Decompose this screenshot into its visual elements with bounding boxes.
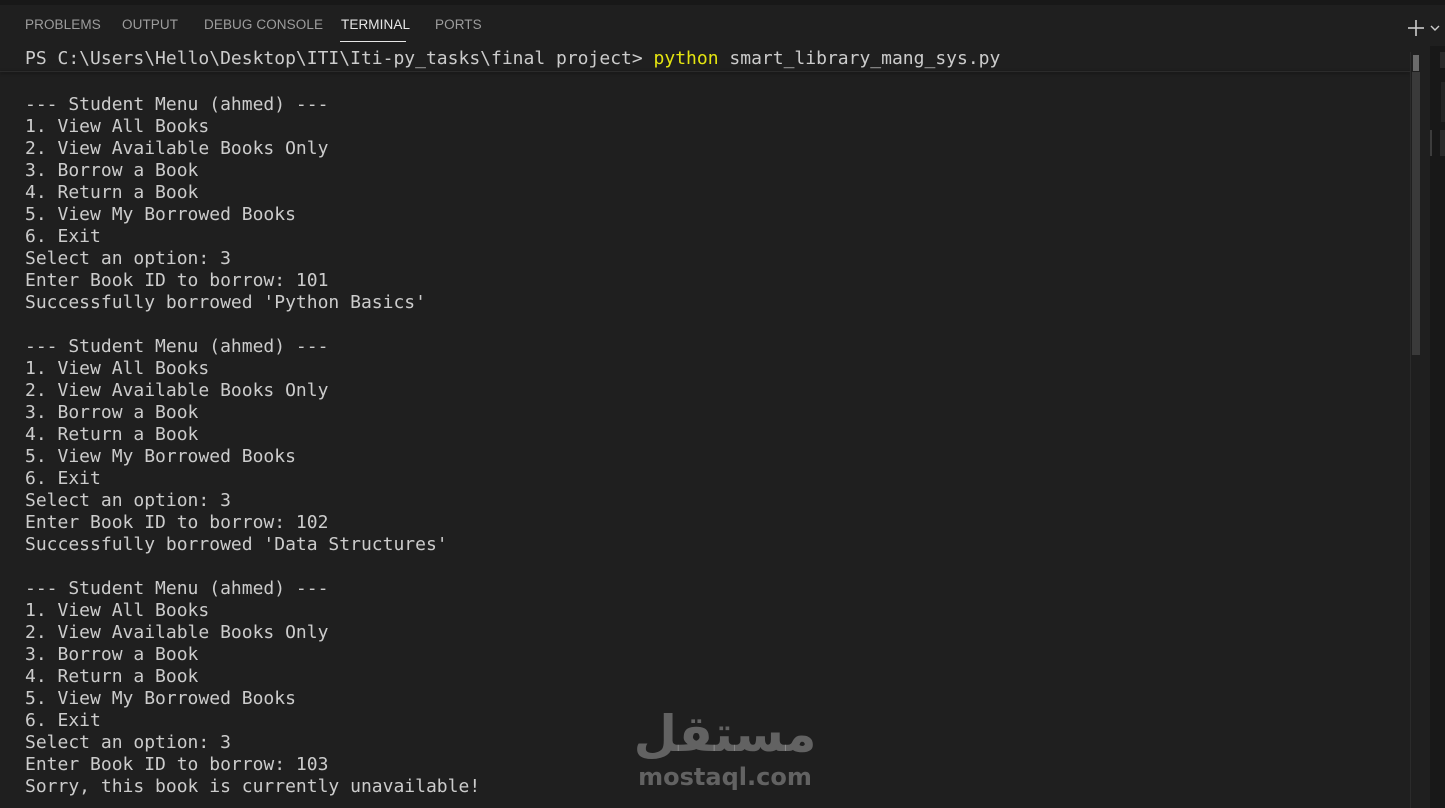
scrollbar-thumb[interactable] [1413,55,1419,71]
tab-terminal[interactable]: TERMINAL [341,17,410,32]
terminal-line: Enter Book ID to borrow: 103 [25,754,329,775]
terminal-line: Select an option: 3 [25,490,231,511]
right-gutter [1430,46,1445,808]
tab-output[interactable]: OUTPUT [122,17,178,32]
terminal-line: 4. Return a Book [25,424,199,445]
tab-problems[interactable]: PROBLEMS [25,17,101,32]
panel-actions [1405,17,1445,39]
terminal-line: 5. View My Borrowed Books [25,446,296,467]
terminal-command: python [653,48,719,69]
scrollbar-edge [1410,52,1411,808]
terminal-line: 1. View All Books [25,358,210,379]
terminal-line: Select an option: 3 [25,732,231,753]
terminal-line: 3. Borrow a Book [25,402,199,423]
gutter-marker [1441,82,1445,122]
terminal-line: 1. View All Books [25,116,210,137]
terminal-line: --- Student Menu (ahmed) --- [25,578,329,599]
terminal-line: --- Student Menu (ahmed) --- [25,94,329,115]
terminal-line: 4. Return a Book [25,182,199,203]
terminal-line: Enter Book ID to borrow: 101 [25,270,329,291]
gutter-marker [1430,130,1432,156]
scrollbar-visible-region[interactable] [1412,72,1420,355]
terminal-output[interactable]: PS C:\Users\Hello\Desktop\ITI\Iti-py_tas… [0,43,1410,808]
terminal-line: Successfully borrowed 'Data Structures' [25,534,448,555]
terminal-line: 3. Borrow a Book [25,644,199,665]
gutter-marker [1440,52,1445,68]
terminal-line: Successfully borrowed 'Python Basics' [25,292,426,313]
terminal-line: 3. Borrow a Book [25,160,199,181]
chevron-down-icon[interactable] [1429,22,1441,34]
terminal-command-args: smart_library_mang_sys.py [718,48,1001,69]
terminal-line: Enter Book ID to borrow: 102 [25,512,329,533]
tab-ports[interactable]: PORTS [435,17,482,32]
sticky-scroll-divider [0,71,1410,72]
panel-tab-bar: PROBLEMS OUTPUT DEBUG CONSOLE TERMINAL P… [0,5,1445,43]
terminal-prompt: PS C:\Users\Hello\Desktop\ITI\Iti-py_tas… [25,48,654,69]
plus-icon[interactable] [1405,17,1427,39]
terminal-line: 5. View My Borrowed Books [25,688,296,709]
terminal-line: 5. View My Borrowed Books [25,204,296,225]
tab-debug-console[interactable]: DEBUG CONSOLE [204,17,323,32]
terminal-line: --- Student Menu (ahmed) --- [25,336,329,357]
terminal-line: 2. View Available Books Only [25,138,329,159]
terminal-command-line: PS C:\Users\Hello\Desktop\ITI\Iti-py_tas… [25,48,1000,70]
terminal-line: 1. View All Books [25,600,210,621]
terminal-line: 6. Exit [25,468,101,489]
terminal-line: 4. Return a Book [25,666,199,687]
terminal-line: 6. Exit [25,710,101,731]
active-tab-indicator [340,41,406,42]
terminal-line: 2. View Available Books Only [25,622,329,643]
terminal-line: 2. View Available Books Only [25,380,329,401]
terminal-line: Select an option: 3 [25,248,231,269]
terminal-line: 6. Exit [25,226,101,247]
gutter-marker [1440,130,1445,156]
terminal-line: Sorry, this book is currently unavailabl… [25,776,481,797]
